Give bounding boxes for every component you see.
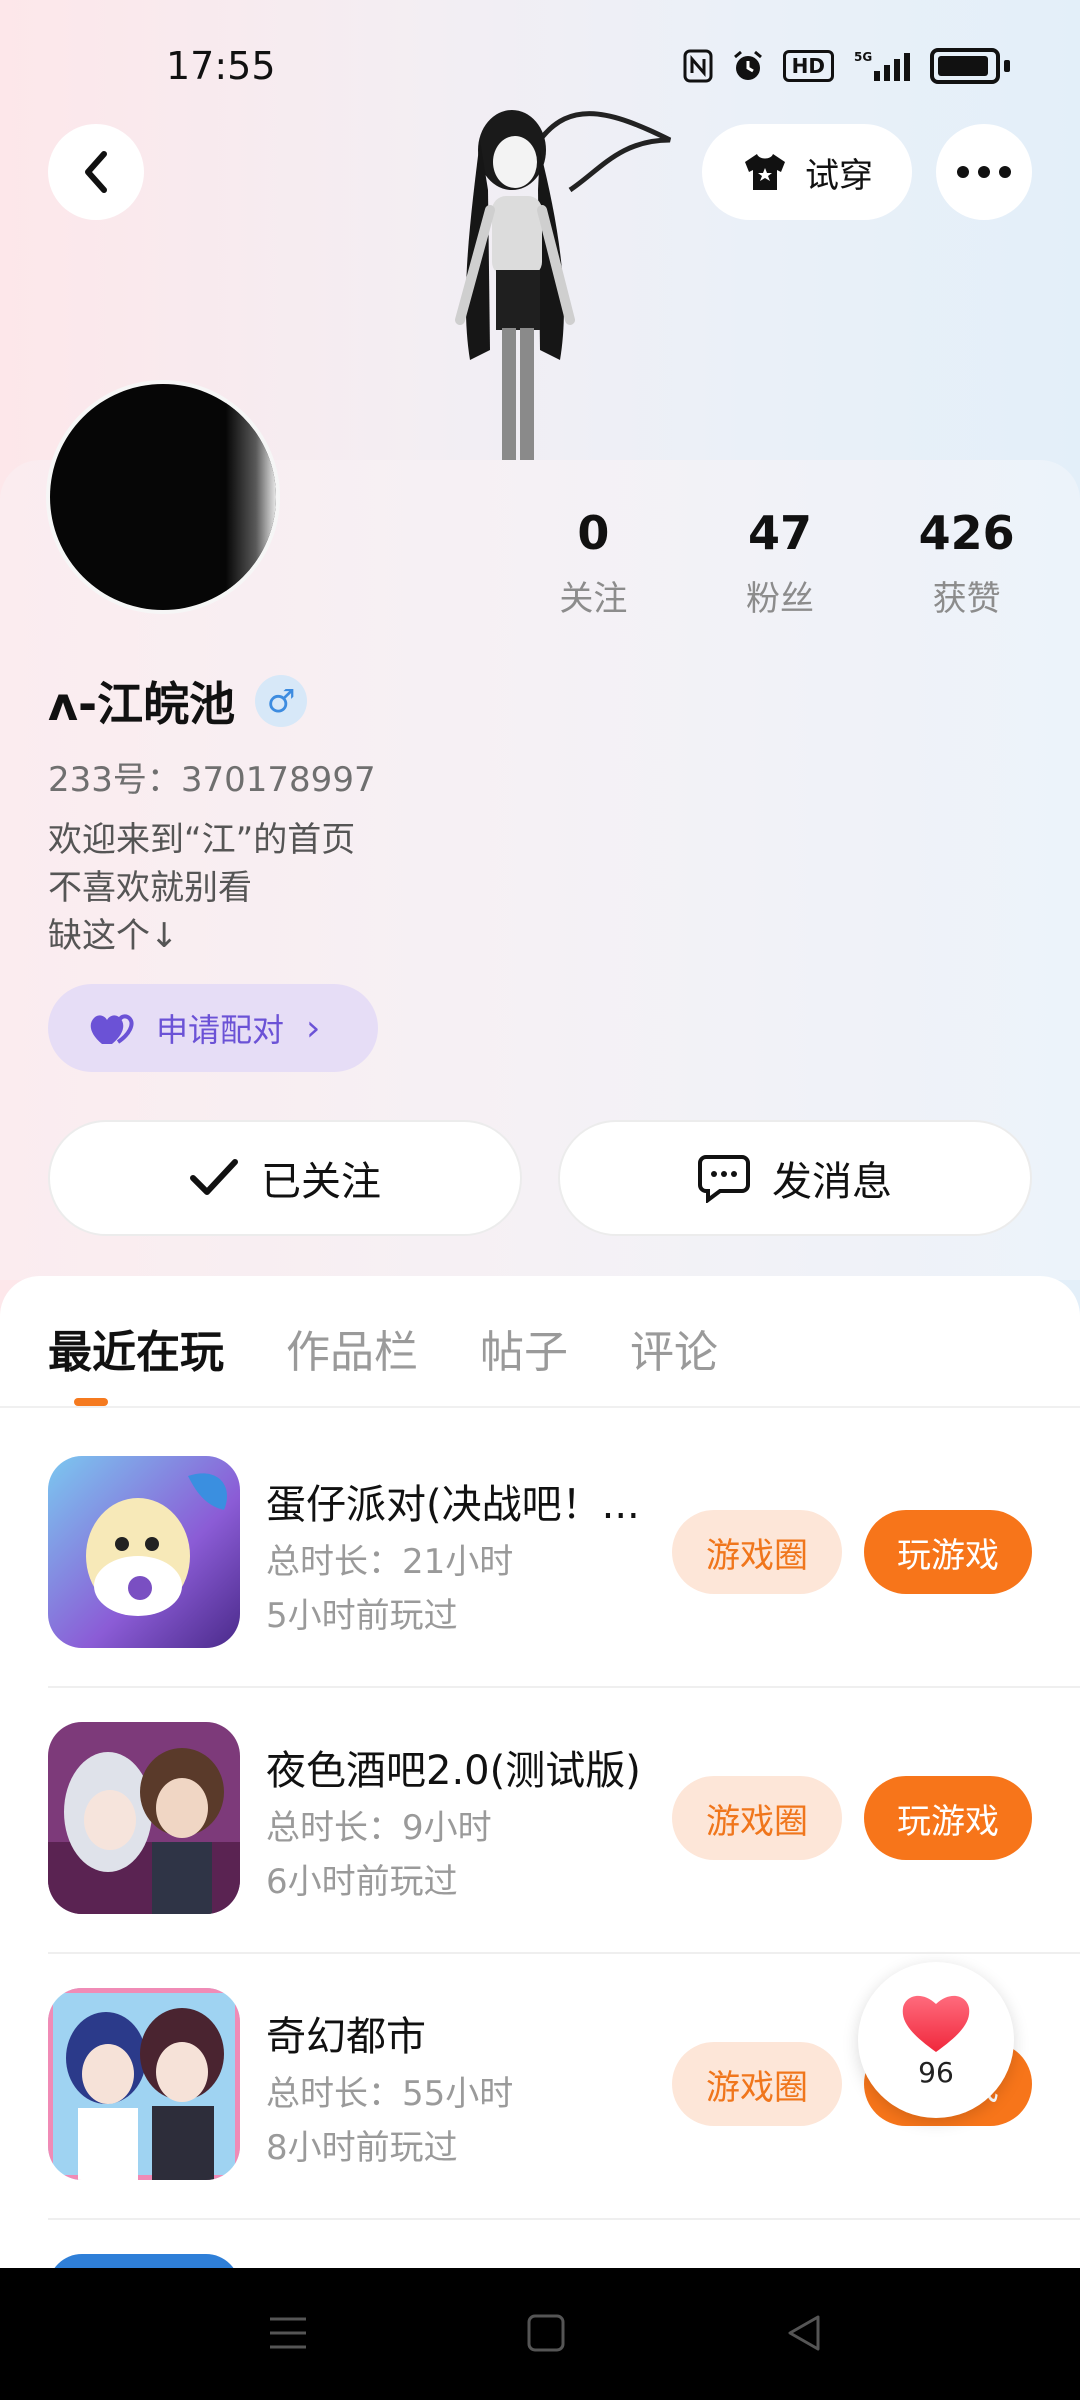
stat-fans[interactable]: 47 粉丝 bbox=[687, 505, 874, 620]
stat-likes[interactable]: 426 获赞 bbox=[873, 505, 1060, 620]
request-pairing-button[interactable]: 申请配对 › bbox=[48, 984, 378, 1072]
name-row: ʌ-江皖池 ♂ bbox=[48, 668, 308, 734]
checkmark-icon bbox=[190, 1159, 238, 1195]
tab-posts[interactable]: 帖子 bbox=[480, 1316, 568, 1380]
avatar-image bbox=[50, 384, 276, 610]
username: ʌ-江皖池 bbox=[48, 677, 236, 731]
send-message-label: 发消息 bbox=[772, 1159, 892, 1205]
like-floating-button[interactable]: 96 bbox=[858, 1962, 1014, 2118]
play-game-button[interactable]: 玩游戏 bbox=[864, 1510, 1032, 1594]
stat-following-value: 0 bbox=[577, 506, 610, 560]
row-divider bbox=[48, 2218, 1080, 2220]
game-total-time: 总时长：55小时 bbox=[266, 2074, 514, 2114]
heart-icon bbox=[902, 1995, 970, 2052]
home-nav-icon[interactable] bbox=[516, 2308, 576, 2358]
stat-fans-label: 粉丝 bbox=[746, 579, 814, 619]
game-total-time: 总时长：9小时 bbox=[266, 1808, 492, 1848]
try-on-label: 试穿 bbox=[805, 155, 873, 196]
avatar[interactable] bbox=[46, 380, 280, 614]
game-title: 奇幻都市 bbox=[266, 2014, 426, 2060]
game-row[interactable]: 蛋仔派对(决战吧！... 总时长：21小时 5小时前玩过 游戏圈 玩游戏 bbox=[48, 1456, 1032, 1722]
battery-cap bbox=[1004, 60, 1010, 72]
followed-button[interactable]: 已关注 bbox=[48, 1120, 522, 1236]
profile-page: 17:55 HD 5G 试穿 0 关注 47 粉丝 426 获赞 ʌ-江皖池 ♂… bbox=[0, 0, 1080, 2400]
game-last-played: 8小时前玩过 bbox=[266, 2128, 458, 2168]
stat-likes-label: 获赞 bbox=[932, 579, 1001, 619]
profile-stats: 0 关注 47 粉丝 426 获赞 bbox=[500, 505, 1060, 620]
avatar-character-figure[interactable] bbox=[420, 100, 680, 462]
game-icon-eggy-party[interactable] bbox=[48, 1456, 240, 1648]
game-last-played: 6小时前玩过 bbox=[266, 1862, 458, 1902]
user-id[interactable]: 233号：370178997 bbox=[48, 752, 376, 801]
stat-likes-value: 426 bbox=[918, 506, 1015, 560]
network-label: 5G bbox=[854, 50, 872, 64]
bio-line: 欢迎来到“江”的首页 bbox=[48, 820, 356, 860]
tab-works[interactable]: 作品栏 bbox=[286, 1316, 418, 1380]
profile-tabs: 最近在玩 作品栏 帖子 评论 bbox=[48, 1316, 718, 1380]
game-circle-button[interactable]: 游戏圈 bbox=[672, 1510, 842, 1594]
nfc-icon bbox=[683, 48, 713, 84]
alarm-icon bbox=[731, 48, 765, 84]
bio-line: 不喜欢就别看 bbox=[48, 868, 252, 908]
tab-recently-played[interactable]: 最近在玩 bbox=[48, 1316, 224, 1380]
row-divider bbox=[48, 1952, 1080, 1954]
game-last-played: 5小时前玩过 bbox=[266, 1596, 458, 1636]
chevron-left-icon bbox=[85, 151, 107, 193]
tshirt-icon bbox=[745, 154, 785, 190]
send-message-button[interactable]: 发消息 bbox=[558, 1120, 1032, 1236]
like-count: 96 bbox=[918, 2055, 954, 2089]
stat-following[interactable]: 0 关注 bbox=[500, 505, 687, 620]
status-time: 17:55 bbox=[166, 44, 276, 88]
more-dots-icon bbox=[957, 166, 1011, 178]
content-panel: 最近在玩 作品栏 帖子 评论 蛋仔派对(决战吧！... 总时长：21小时 5小时… bbox=[0, 1276, 1080, 2294]
game-title: 夜色酒吧2.0(测试版) bbox=[266, 1748, 641, 1794]
game-icon-fantasy-city[interactable] bbox=[48, 1988, 240, 2180]
back-button[interactable] bbox=[48, 124, 144, 220]
game-total-time: 总时长：21小时 bbox=[266, 1542, 514, 1582]
chat-bubble-icon bbox=[698, 1155, 750, 1203]
bio-line: 缺这个↓ bbox=[48, 916, 179, 956]
chevron-right-icon: › bbox=[306, 1007, 321, 1049]
double-heart-icon bbox=[90, 1014, 134, 1044]
active-tab-indicator bbox=[74, 1398, 108, 1406]
more-options-button[interactable] bbox=[936, 124, 1032, 220]
play-game-button[interactable]: 玩游戏 bbox=[864, 1776, 1032, 1860]
system-navigation-bar bbox=[0, 2268, 1080, 2400]
game-title: 蛋仔派对(决战吧！... bbox=[266, 1482, 640, 1528]
battery-icon bbox=[930, 48, 1000, 84]
5g-signal-icon: 5G bbox=[852, 48, 912, 84]
try-on-button[interactable]: 试穿 bbox=[702, 124, 912, 220]
menu-nav-icon[interactable] bbox=[258, 2308, 318, 2358]
pair-label: 申请配对 bbox=[156, 1011, 285, 1049]
game-circle-button[interactable]: 游戏圈 bbox=[672, 1776, 842, 1860]
game-row[interactable]: 夜色酒吧2.0(测试版) 总时长：9小时 6小时前玩过 游戏圈 玩游戏 bbox=[48, 1722, 1032, 1988]
hd-icon: HD bbox=[782, 50, 834, 82]
game-icon-night-bar[interactable] bbox=[48, 1722, 240, 1914]
row-divider bbox=[48, 1686, 1080, 1688]
user-bio: 欢迎来到“江”的首页 不喜欢就别看 缺这个↓ bbox=[48, 816, 355, 960]
stat-following-label: 关注 bbox=[559, 579, 628, 619]
tabs-divider bbox=[0, 1406, 1080, 1408]
male-gender-icon: ♂ bbox=[255, 675, 308, 727]
followed-label: 已关注 bbox=[261, 1159, 381, 1205]
tab-comments[interactable]: 评论 bbox=[630, 1316, 718, 1380]
game-circle-button[interactable]: 游戏圈 bbox=[672, 2042, 842, 2126]
stat-fans-value: 47 bbox=[748, 506, 813, 560]
status-icons: HD 5G bbox=[683, 48, 1010, 84]
back-nav-icon[interactable] bbox=[774, 2308, 834, 2358]
